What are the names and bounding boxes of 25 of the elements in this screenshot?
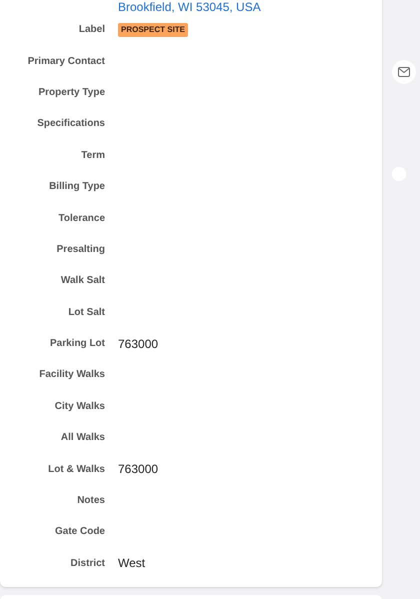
field-label: All Walks — [60, 431, 105, 446]
field-label: Parking Lot — [48, 337, 105, 352]
field-label: District — [70, 556, 105, 571]
field-label: Property Type — [38, 86, 105, 100]
field-label: Term — [80, 148, 105, 163]
field-label: Walk Salt — [60, 274, 105, 288]
field-label: Notes — [76, 494, 105, 508]
mail-button[interactable] — [392, 60, 416, 84]
field-label: Gate Code — [54, 525, 105, 540]
field-label: Presalting — [56, 242, 105, 257]
field-label: Facility Walks — [38, 368, 105, 382]
address-link[interactable]: Brookfield, WI 53045, USA — [118, 0, 261, 14]
field-value: West — [118, 555, 146, 572]
field-value: 763000 — [118, 461, 158, 478]
field-value: 763000 — [118, 336, 158, 353]
field-label: Label — [78, 23, 105, 38]
field-label: Billing Type — [48, 180, 105, 194]
field-label: Primary Contact — [26, 54, 105, 69]
field-label: Tolerance — [58, 212, 105, 226]
label-badge: PROSPECT SITE — [118, 22, 188, 37]
envelope-icon — [398, 67, 410, 77]
field-label: Lot Salt — [67, 306, 105, 320]
field-label: Specifications — [36, 117, 105, 132]
field-label: Lot & Walks — [47, 462, 105, 477]
field-label: City Walks — [54, 400, 105, 414]
